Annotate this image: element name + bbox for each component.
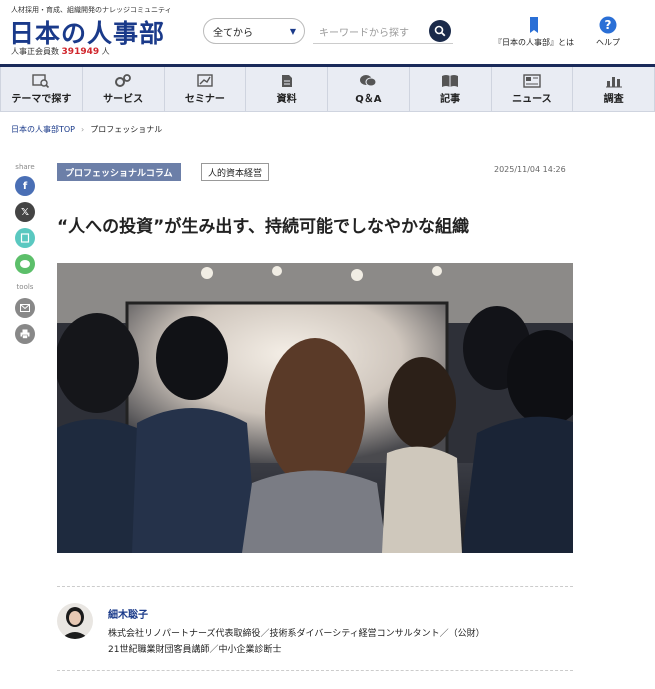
author-desc-line: 21世紀職業財団客員講師／中小企業診断士 [108,645,282,655]
x-share-button[interactable]: 𝕏 [15,202,35,222]
chart-board-icon [197,73,213,87]
nav-label: 調査 [603,93,624,105]
help-link[interactable]: ? ヘルプ [596,16,620,48]
book-icon [442,74,459,87]
line-icon [20,260,30,268]
document-icon [281,74,292,87]
facebook-share-button[interactable]: f [15,176,35,196]
nav-label: Q＆A [355,93,382,105]
print-button[interactable] [15,324,35,344]
nav-item-theme[interactable]: テーマで探す [0,67,83,111]
nav-label: 記事 [440,93,461,105]
author-name[interactable]: 細木聡子 [108,606,148,621]
topic-tag[interactable]: 人的資本経営 [201,163,270,181]
share-label: share [15,163,35,171]
nav-item-qa[interactable]: Q＆A [328,67,410,111]
category-badge[interactable]: プロフェッショナルコラム [57,163,181,181]
nav-item-survey[interactable]: 調査 [573,67,655,111]
author-description: 株式会社リノパートナーズ代表取締役／技術系ダイバーシティ経営コンサルタント／（公… [108,626,573,658]
chevron-right-icon: › [81,125,85,134]
help-icon: ? [599,16,617,34]
nav-item-news[interactable]: ニュース [492,67,574,111]
breadcrumb: 日本の人事部TOP › プロフェッショナル [11,124,162,135]
search-scope-select[interactable]: 全てから ▼ [203,18,305,44]
help-label: ヘルプ [596,38,620,47]
svg-text:?: ? [605,18,612,32]
publish-date: 2025/11/04 14:26 [494,165,566,174]
hero-image [57,263,573,553]
nav-label: テーマで探す [11,93,72,105]
search-icon [434,25,446,37]
facebook-icon: f [22,180,28,192]
about-label: 『日本の人事部』とは [494,38,574,47]
printer-icon [20,329,30,339]
newspaper-icon [523,73,541,88]
author-divider-top [57,586,573,587]
site-logo[interactable]: 日本の人事部 [9,14,165,50]
author-desc-line: 株式会社リノパートナーズ代表取締役／技術系ダイバーシティ経営コンサルタント／（公… [108,629,485,639]
member-count-label: 人事正会員数 [11,47,59,56]
line-share-button[interactable] [15,254,35,274]
member-count-unit: 人 [101,47,110,56]
article-title: “人への投資”が生み出す、持続可能でしなやかな組織 [57,217,469,237]
tools-label: tools [16,283,34,291]
search-doc-icon [32,73,50,88]
gears-icon [115,73,132,87]
breadcrumb-home-link[interactable]: 日本の人事部TOP [11,125,75,134]
chat-icon [360,74,377,86]
nav-label: セミナー [184,93,225,105]
bookmark-share-button[interactable] [15,228,35,248]
author-avatar[interactable] [57,603,93,639]
nav-label: 資料 [276,93,297,105]
nav-label: ニュース [512,93,552,105]
nav-label: サービス [103,93,144,105]
about-icon [530,17,538,33]
bookmark-icon [20,233,30,243]
breadcrumb-current: プロフェッショナル [90,125,163,134]
member-count: 人事正会員数 391949 人 [11,46,110,57]
member-count-value: 391949 [61,47,100,57]
main-nav: テーマで探す サービス セミナー 資料 Q＆A 記事 ニュース 調査 [0,67,655,112]
email-share-button[interactable] [15,298,35,318]
site-header: 人材採用・育成、組織開発のナレッジコミュニティ 日本の人事部 人事正会員数 39… [0,0,655,64]
nav-item-documents[interactable]: 資料 [246,67,328,111]
nav-item-articles[interactable]: 記事 [410,67,492,111]
x-icon: 𝕏 [20,206,30,218]
nav-item-service[interactable]: サービス [83,67,165,111]
author-divider-bottom [57,670,573,671]
nav-item-seminar[interactable]: セミナー [165,67,247,111]
chevron-down-icon: ▼ [289,27,296,36]
search-button[interactable] [429,20,451,42]
mail-icon [20,304,30,312]
bar-chart-icon [605,76,622,87]
about-link[interactable]: 『日本の人事部』とは [494,16,574,48]
search-placeholder: キーワードから探す [319,28,409,39]
search-scope-value: 全てから [213,27,253,39]
